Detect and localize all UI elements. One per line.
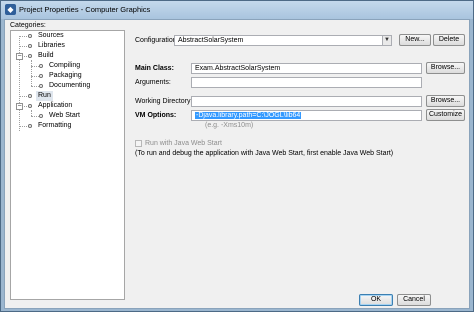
- tree-item-run[interactable]: Run: [11, 91, 124, 101]
- chevron-down-icon[interactable]: ▼: [382, 36, 391, 45]
- configuration-label: Configuration:: [135, 37, 179, 44]
- tree-item-compiling[interactable]: Compiling: [11, 61, 124, 71]
- delete-configuration-button[interactable]: Delete: [433, 34, 465, 46]
- tree-item-documenting[interactable]: Documenting: [11, 81, 124, 91]
- working-directory-input[interactable]: [191, 96, 422, 107]
- node-bullet-icon: [39, 114, 43, 118]
- window-title: Project Properties - Computer Graphics: [19, 5, 151, 14]
- tree-item-libraries[interactable]: Libraries: [11, 41, 124, 51]
- node-bullet-icon: [28, 124, 32, 128]
- web-start-checkbox[interactable]: [135, 140, 142, 147]
- tree-item-label: Sources: [38, 32, 64, 39]
- tree-item-label: Libraries: [38, 42, 65, 49]
- collapse-icon[interactable]: −: [16, 102, 23, 110]
- project-properties-window: ◆ Project Properties - Computer Graphics…: [0, 0, 474, 312]
- tree-item-build[interactable]: − Build: [11, 51, 124, 61]
- node-bullet-icon: [28, 34, 32, 38]
- arguments-label: Arguments:: [135, 79, 171, 86]
- tree-item-packaging[interactable]: Packaging: [11, 71, 124, 81]
- tree-item-label: Application: [38, 102, 73, 109]
- netbeans-icon: ◆: [5, 4, 16, 15]
- main-class-input[interactable]: Exam.AbstractSolarSystem: [191, 63, 422, 74]
- collapse-icon[interactable]: −: [16, 52, 23, 60]
- tree-item-sources[interactable]: Sources: [11, 31, 124, 41]
- tree-item-application[interactable]: − Application: [11, 101, 124, 111]
- working-directory-label: Working Directory:: [135, 98, 193, 105]
- vm-options-input[interactable]: -Djava.library.path=C:\JOGL\lib64: [191, 110, 422, 121]
- new-configuration-button[interactable]: New...: [399, 34, 431, 46]
- tree-item-label: Packaging: [49, 72, 82, 79]
- main-class-label: Main Class:: [135, 65, 174, 72]
- vm-options-value: -Djava.library.path=C:\JOGL\lib64: [195, 112, 302, 119]
- browse-working-directory-button[interactable]: Browse...: [426, 95, 465, 107]
- customize-vm-options-button[interactable]: Customize: [426, 109, 465, 121]
- tree-item-formatting[interactable]: Formatting: [11, 121, 124, 131]
- node-bullet-icon: [39, 84, 43, 88]
- arguments-input[interactable]: [191, 77, 422, 88]
- node-bullet-icon: [28, 44, 32, 48]
- tree-item-label: Formatting: [38, 122, 72, 129]
- web-start-note: (To run and debug the application with J…: [135, 150, 394, 157]
- dialog-body: Categories: Sources Libraries − Build Co…: [4, 19, 470, 309]
- vm-options-label: VM Options:: [135, 112, 177, 119]
- node-bullet-icon: [28, 104, 32, 108]
- browse-main-class-button[interactable]: Browse...: [426, 62, 465, 74]
- node-bullet-icon: [39, 64, 43, 68]
- categories-tree: Sources Libraries − Build Compiling Pack…: [10, 30, 125, 300]
- tree-item-label: Run: [36, 91, 53, 101]
- web-start-checkbox-label: Run with Java Web Start: [145, 140, 222, 147]
- tree-item-label: Build: [38, 52, 54, 59]
- node-bullet-icon: [28, 54, 32, 58]
- configuration-value: AbstractSolarSystem: [178, 37, 244, 44]
- tree-item-label: Documenting: [49, 82, 91, 89]
- tree-item-label: Web Start: [49, 112, 80, 119]
- node-bullet-icon: [39, 74, 43, 78]
- tree-item-web-start[interactable]: Web Start: [11, 111, 124, 121]
- ok-button[interactable]: OK: [359, 294, 393, 306]
- configuration-select[interactable]: AbstractSolarSystem ▼: [174, 35, 392, 46]
- title-bar[interactable]: ◆ Project Properties - Computer Graphics: [1, 1, 473, 19]
- tree-item-label: Compiling: [49, 62, 81, 69]
- node-bullet-icon: [28, 94, 32, 98]
- cancel-button[interactable]: Cancel: [397, 294, 431, 306]
- vm-options-hint: (e.g. -Xms10m): [205, 122, 254, 129]
- categories-label: Categories:: [10, 22, 46, 29]
